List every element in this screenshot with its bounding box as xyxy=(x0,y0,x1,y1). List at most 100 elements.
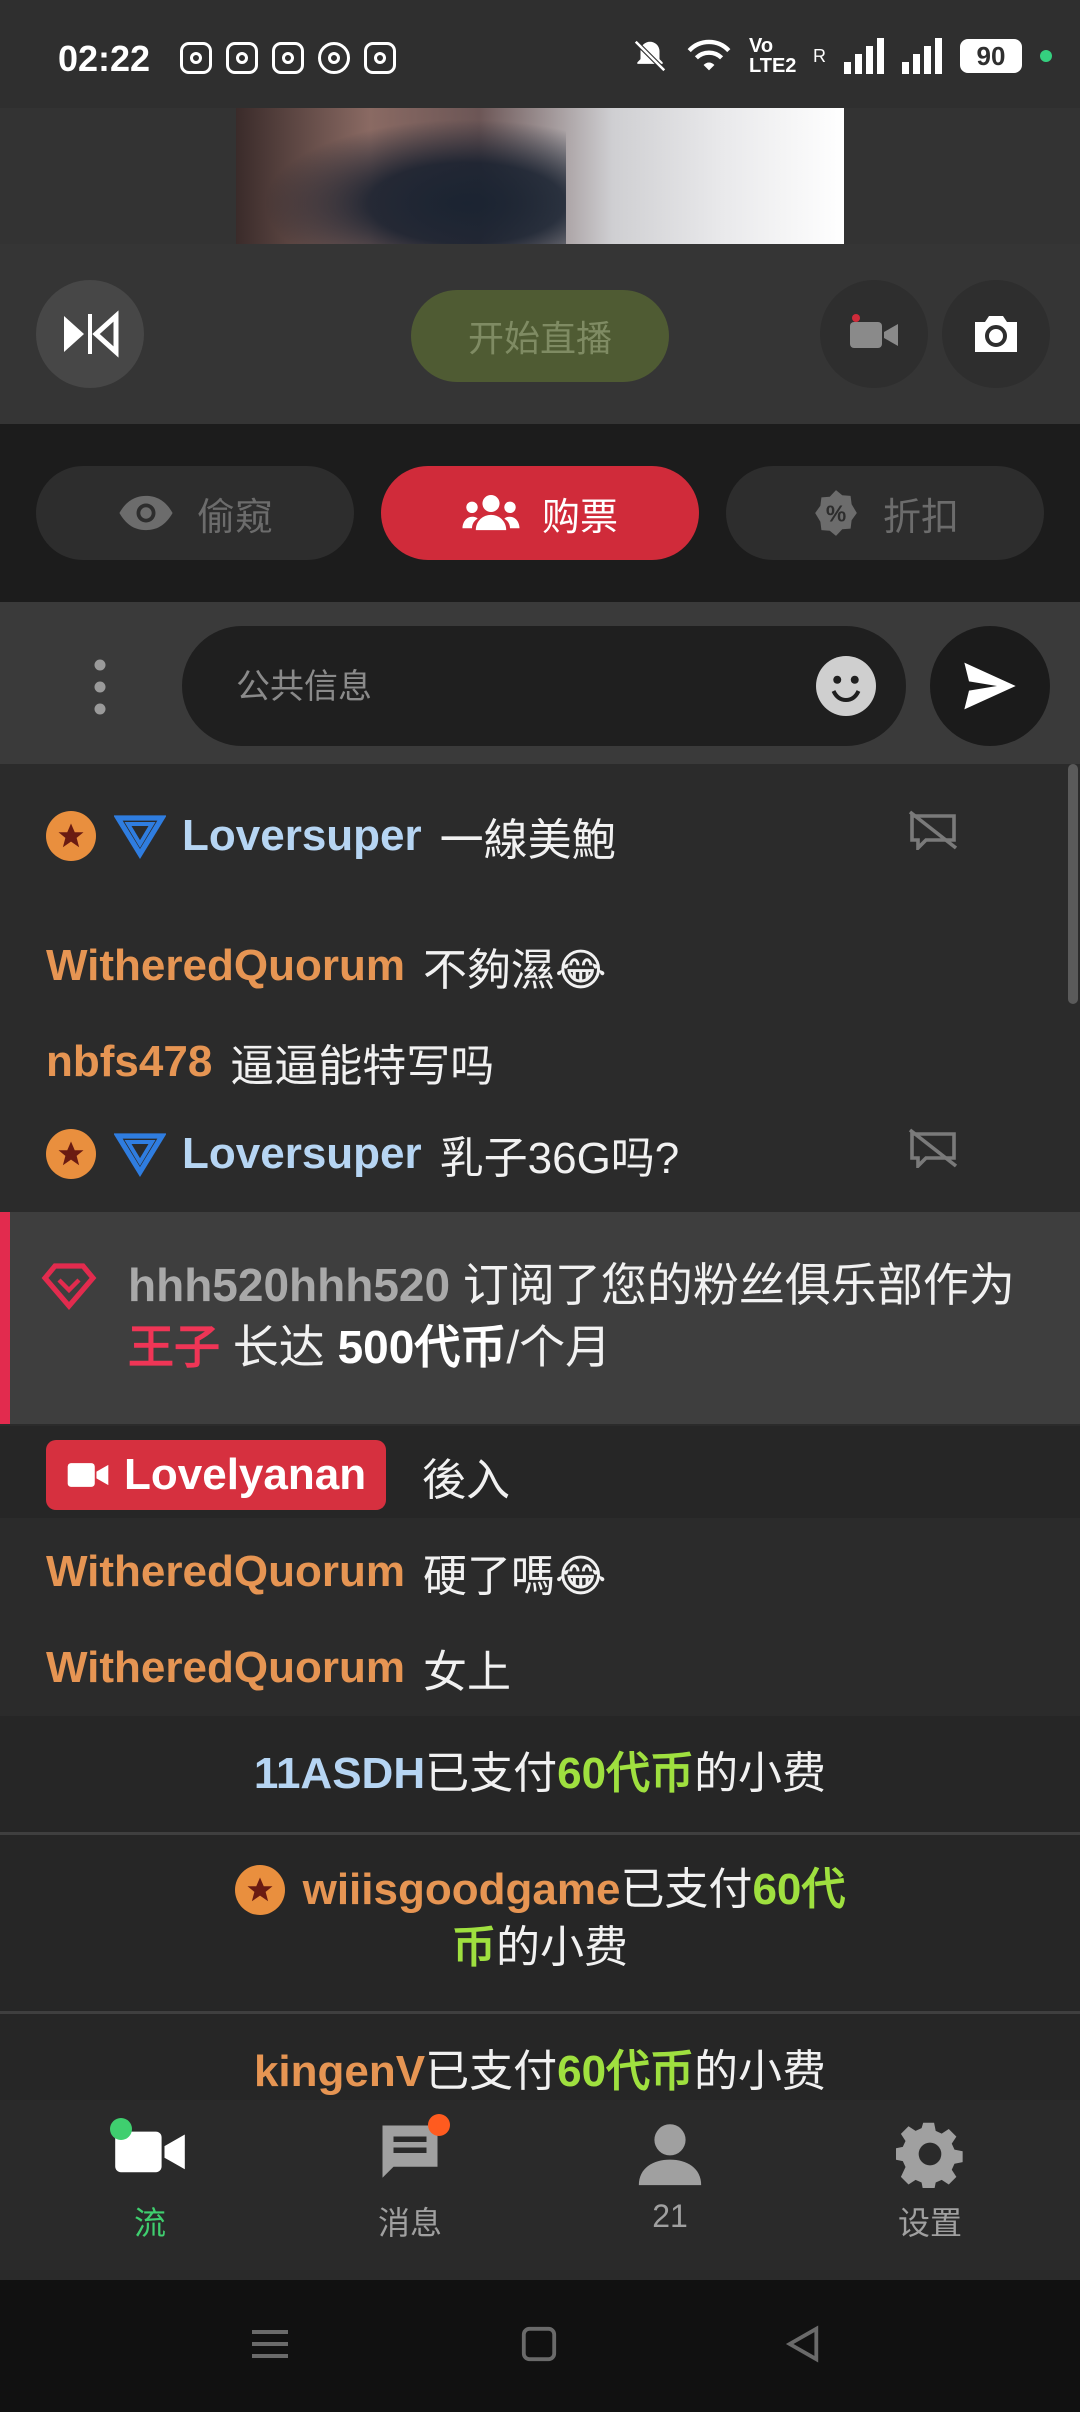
tab-spy[interactable]: 偷窥 xyxy=(36,466,354,560)
tip-username[interactable]: 11ASDH xyxy=(254,1749,425,1798)
chat-text: 硬了嗎😂 xyxy=(422,1552,607,1601)
vip-triangle-icon xyxy=(114,815,166,859)
chat-username[interactable]: WitheredQuorum xyxy=(46,941,405,991)
nav-label: 设置 xyxy=(897,2205,962,2241)
person-icon xyxy=(638,2124,702,2186)
more-vertical-icon xyxy=(94,659,106,715)
emoji-button[interactable] xyxy=(816,656,876,716)
flip-view-button[interactable] xyxy=(36,280,144,388)
mute-bell-icon xyxy=(634,40,666,72)
eye-icon xyxy=(119,495,173,531)
send-button[interactable] xyxy=(930,626,1050,746)
tip-notice: 11ASDH已支付60代币的小费 xyxy=(0,1716,1080,1832)
more-options-button[interactable] xyxy=(80,654,120,725)
join-text: 後入 xyxy=(422,1456,510,1505)
chat-username[interactable]: Loversuper xyxy=(182,811,422,861)
chat-message: Loversuper 乳子36G吗? xyxy=(46,1122,679,1186)
tab-discount[interactable]: % 折扣 xyxy=(726,466,1044,560)
battery-indicator: 90 xyxy=(960,39,1022,73)
notification-icons xyxy=(180,42,396,74)
camera-toggle-button[interactable] xyxy=(820,280,928,388)
public-message-field[interactable] xyxy=(182,626,906,746)
chat-message: WitheredQuorum 硬了嗎😂 xyxy=(46,1540,606,1604)
chat-text: 逼逼能特写吗 xyxy=(230,1042,495,1091)
chat-message: Loversuper 一線美鮑 xyxy=(46,804,616,868)
nav-viewers[interactable]: 21 xyxy=(570,2120,770,2235)
subscription-text-1: 订阅了您的粉丝俱乐部作为 xyxy=(462,1259,1015,1311)
privacy-dot xyxy=(1040,50,1052,62)
star-badge-icon xyxy=(46,1129,96,1179)
chat-username[interactable]: nbfs478 xyxy=(46,1037,212,1087)
nav-label: 流 xyxy=(133,2205,166,2241)
subscription-price: 500代币 xyxy=(337,1321,507,1373)
chat-scrollbar[interactable] xyxy=(1068,764,1078,1004)
roaming-label: R xyxy=(813,45,826,66)
start-broadcast-button[interactable]: 开始直播 xyxy=(411,290,669,382)
video-camera-icon xyxy=(67,1463,109,1487)
signal-icon xyxy=(902,38,942,74)
send-icon xyxy=(964,662,1016,710)
chat-message: WitheredQuorum 女上 xyxy=(46,1636,511,1700)
star-badge-icon xyxy=(234,1865,285,1915)
recents-icon[interactable] xyxy=(250,2324,290,2364)
tip-notice: wiiisgoodgame 已支付 60代 币的小费 xyxy=(0,1835,1080,2011)
unread-dot xyxy=(428,2114,450,2136)
chat-text: 一線美鮑 xyxy=(439,816,616,865)
hide-message-icon[interactable] xyxy=(908,810,958,850)
back-icon[interactable] xyxy=(784,2324,822,2364)
tip-amount: 60代币 xyxy=(557,1749,695,1798)
nav-settings[interactable]: 设置 xyxy=(830,2120,1030,2244)
chat-username[interactable]: WitheredQuorum xyxy=(46,1547,405,1597)
subscriber-username[interactable]: hhh520hhh520 xyxy=(128,1259,450,1311)
tip-pre: 已支付 xyxy=(620,1865,753,1914)
nav-messages[interactable]: 消息 xyxy=(310,2114,510,2244)
signal-icon xyxy=(844,38,884,74)
chat-text: 乳子36G吗? xyxy=(439,1134,680,1183)
flip-icon xyxy=(64,310,119,358)
join-username: Lovelyanan xyxy=(124,1450,367,1499)
status-right: Vo LTE2 R 90 xyxy=(631,36,1052,76)
tip-username[interactable]: wiiisgoodgame xyxy=(303,1861,621,1919)
camera-app-icon xyxy=(364,42,396,74)
vip-triangle-icon xyxy=(114,1133,166,1177)
tip-amount-cont: 币 xyxy=(452,1923,496,1972)
svg-text:%: % xyxy=(826,500,846,526)
network-label: Vo LTE2 xyxy=(749,35,797,77)
tip-notice: kingenV已支付60代币的小费 xyxy=(0,2014,1080,2100)
chat-message: nbfs478 逼逼能特写吗 xyxy=(46,1030,494,1094)
users-icon xyxy=(462,494,520,531)
subscription-text: hhh520hhh520 订阅了您的粉丝俱乐部作为 王子 长达 500代币/个月 xyxy=(128,1254,1048,1378)
public-message-input[interactable] xyxy=(234,656,778,718)
status-time: 02:22 xyxy=(58,38,151,79)
chat-text: 女上 xyxy=(422,1648,511,1697)
tip-amount: 60代 xyxy=(752,1865,846,1914)
nav-label: 21 xyxy=(652,2198,688,2234)
chat-username[interactable]: Loversuper xyxy=(182,1129,422,1179)
diamond-heart-icon xyxy=(41,1263,97,1310)
hide-message-icon[interactable] xyxy=(908,1128,958,1168)
subscription-rank: 王子 xyxy=(128,1321,220,1373)
chat-text: 不夠濕😂 xyxy=(422,946,607,995)
subscription-text-2: 长达 xyxy=(232,1321,325,1373)
tip-amount: 60代币 xyxy=(557,2047,695,2096)
smiley-icon xyxy=(818,658,874,714)
tip-post: 的小费 xyxy=(496,1923,628,1972)
nav-stream[interactable]: 流 xyxy=(50,2118,250,2244)
gear-icon xyxy=(896,2122,963,2188)
instagram-icon xyxy=(272,42,304,74)
tab-tickets[interactable]: 购票 xyxy=(381,466,699,560)
tip-pre: 已支付 xyxy=(425,1749,558,1798)
tip-post: 的小费 xyxy=(694,1749,827,1798)
subscription-text-3: /个月 xyxy=(506,1321,612,1373)
wifi-icon xyxy=(687,39,731,71)
switch-camera-button[interactable] xyxy=(942,280,1050,388)
discount-icon: % xyxy=(815,490,857,536)
tip-username[interactable]: kingenV xyxy=(254,2047,425,2096)
home-icon[interactable] xyxy=(520,2324,558,2364)
camera-preview-overlay xyxy=(236,108,566,244)
chat-username[interactable]: WitheredQuorum xyxy=(46,1643,405,1693)
video-camera-icon xyxy=(850,314,898,348)
line-icon xyxy=(318,42,350,74)
broadcaster-badge[interactable]: Lovelyanan xyxy=(46,1440,387,1510)
nav-label: 消息 xyxy=(377,2205,442,2241)
